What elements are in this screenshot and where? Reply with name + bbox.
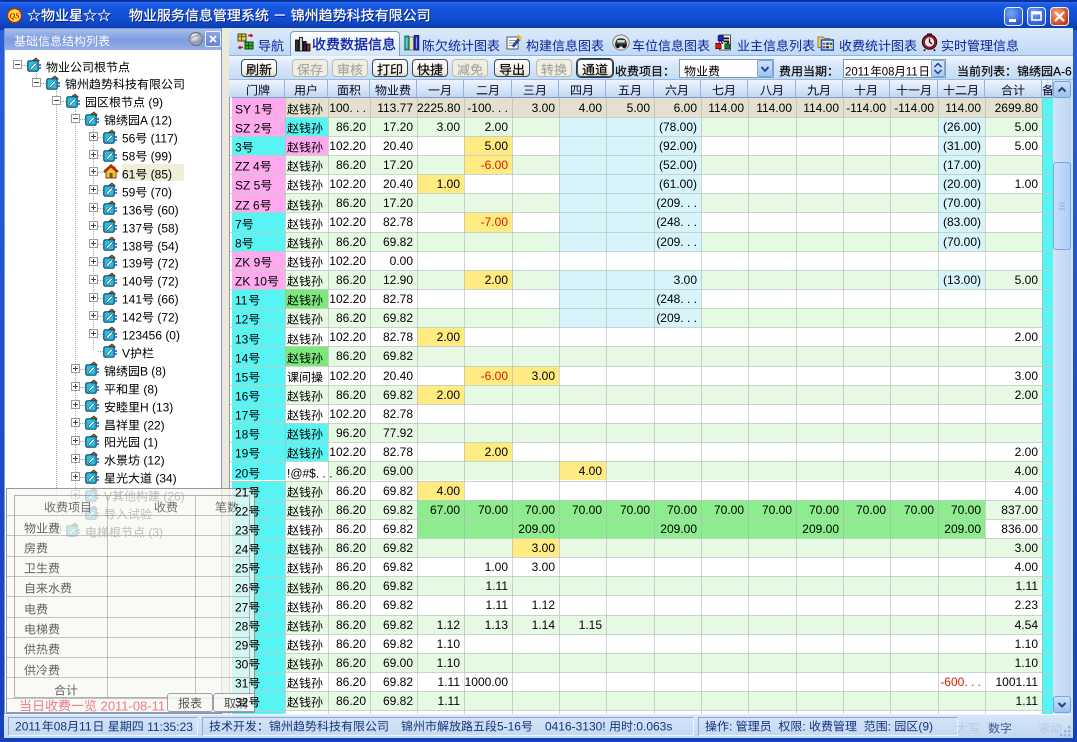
svg-text:15: 15 [235, 370, 249, 384]
svg-text:32: 32 [235, 696, 249, 707]
svg-text:(22): (22) [140, 418, 165, 432]
svg-text::: : [729, 720, 736, 734]
svg-text:18: 18 [235, 428, 249, 442]
svg-text:17: 17 [235, 409, 249, 423]
svg-text:2011: 2011 [15, 720, 41, 734]
svg-text:16: 16 [235, 390, 249, 404]
svg-text:11: 11 [906, 65, 918, 78]
svg-text:ZZ 6: ZZ 6 [235, 198, 260, 212]
svg-text:(72): (72) [154, 311, 179, 325]
svg-text:2011-08-11: 2011-08-11 [96, 699, 164, 713]
svg-text:13: 13 [235, 332, 249, 346]
svg-text:26: 26 [235, 581, 249, 592]
svg-text:(99): (99) [147, 150, 172, 164]
svg-text:142: 142 [122, 311, 142, 325]
svg-text:12: 12 [235, 313, 249, 327]
svg-text:(9): (9) [918, 720, 933, 734]
svg-text:8: 8 [235, 236, 242, 250]
svg-text:21: 21 [235, 485, 249, 496]
svg-text:(72): (72) [154, 275, 179, 289]
svg-text:11: 11 [235, 294, 248, 308]
svg-text:20: 20 [235, 466, 249, 480]
svg-text:ZZ 4: ZZ 4 [235, 160, 260, 174]
svg-text:SZ 5: SZ 5 [235, 179, 261, 193]
svg-text:141: 141 [122, 293, 142, 307]
svg-text:(66): (66) [154, 293, 179, 307]
svg-text:A-6: A-6 [1053, 65, 1072, 79]
svg-text:138: 138 [122, 239, 142, 253]
svg-text:B (8): B (8) [140, 364, 166, 378]
svg-text:123456 (0): 123456 (0) [122, 329, 180, 343]
svg-text:SY 1: SY 1 [235, 102, 261, 116]
svg-text:(12): (12) [140, 454, 165, 468]
svg-text:08: 08 [882, 65, 895, 78]
svg-text:19: 19 [235, 447, 249, 461]
svg-text:3: 3 [235, 141, 242, 155]
svg-text:SZ 2: SZ 2 [235, 121, 261, 135]
svg-text:(58): (58) [154, 221, 179, 235]
svg-text:V: V [122, 347, 130, 361]
svg-text:24: 24 [235, 543, 249, 554]
svg-text:23: 23 [235, 524, 249, 535]
svg-text:(8): (8) [140, 382, 158, 396]
svg-text:ZK 9: ZK 9 [235, 256, 261, 270]
svg-text:31: 31 [235, 677, 249, 688]
svg-text:2011: 2011 [845, 65, 869, 78]
svg-text:56: 56 [122, 132, 136, 146]
svg-text::0.063s: :0.063s [633, 720, 672, 734]
svg-text:ZK 10: ZK 10 [235, 275, 267, 289]
svg-text:(60): (60) [154, 203, 179, 217]
svg-text:(72): (72) [154, 257, 179, 271]
svg-text:25: 25 [235, 562, 249, 573]
svg-text::: : [888, 720, 895, 734]
svg-text:139: 139 [122, 257, 142, 271]
svg-text:11: 11 [79, 720, 92, 734]
svg-text:28: 28 [235, 619, 249, 630]
svg-text:08: 08 [54, 720, 68, 734]
svg-text:(85): (85) [147, 168, 172, 182]
svg-text:137: 137 [122, 221, 142, 235]
svg-text:H (13): H (13) [140, 400, 173, 414]
svg-text:136: 136 [122, 203, 142, 217]
svg-text:61: 61 [122, 168, 136, 182]
svg-text:(34): (34) [152, 472, 177, 486]
svg-text:A (12): A (12) [140, 114, 172, 128]
svg-text:(70): (70) [147, 185, 172, 199]
svg-text:QS: QS [9, 12, 20, 21]
svg-text:14: 14 [235, 351, 249, 365]
svg-text:140: 140 [122, 275, 142, 289]
svg-text:(54): (54) [154, 239, 179, 253]
svg-text:0416-3130!: 0416-3130! [545, 720, 609, 734]
svg-text:22: 22 [235, 504, 249, 515]
svg-text:30: 30 [235, 658, 249, 669]
svg-text:7: 7 [235, 217, 242, 231]
svg-text:(117): (117) [147, 132, 177, 146]
svg-text:!@#$. . .: !@#$. . . [287, 466, 332, 480]
svg-text:5-16: 5-16 [497, 720, 521, 734]
svg-text:(9): (9) [145, 96, 163, 110]
svg-text:27: 27 [235, 600, 249, 611]
svg-text::: : [802, 720, 809, 734]
svg-text:(1): (1) [140, 436, 158, 450]
svg-text:59: 59 [122, 185, 136, 199]
svg-text:58: 58 [122, 150, 136, 164]
svg-text:29: 29 [235, 639, 249, 650]
